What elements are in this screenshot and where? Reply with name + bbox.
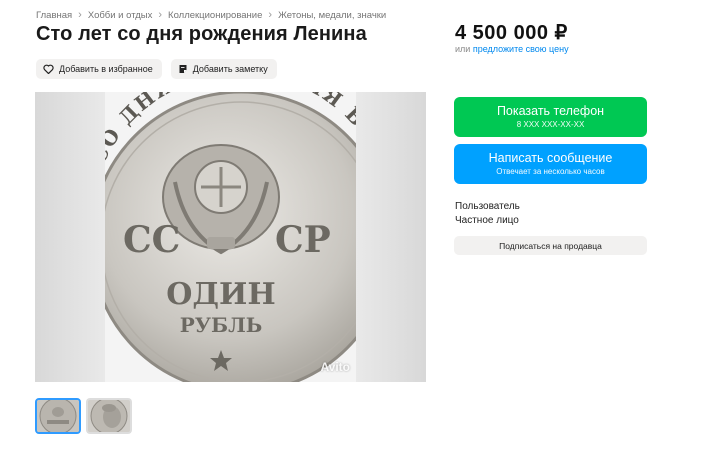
price: 4 500 000 ₽ bbox=[455, 22, 568, 44]
chevron-right-icon: › bbox=[158, 9, 163, 21]
coin-left-letters: СС bbox=[123, 219, 180, 261]
thumbnail-1[interactable] bbox=[35, 398, 81, 434]
coin-right-letters: СР bbox=[275, 219, 331, 261]
send-message-label: Написать сообщение bbox=[488, 151, 613, 165]
add-to-favorites-label: Добавить в избранное bbox=[59, 64, 153, 74]
add-to-favorites-button[interactable]: Добавить в избранное bbox=[36, 59, 162, 79]
photo-gallery[interactable]: СТО ЛЕТ СО ДНЯ РОЖДЕНИЯ В.И.ЛЕНИНА СС СР… bbox=[35, 92, 426, 382]
subscribe-seller-button[interactable]: Подписаться на продавца bbox=[454, 236, 647, 255]
listing-actions: Добавить в избранное Добавить заметку bbox=[36, 59, 277, 79]
coin-denomination-bottom: РУБЛЬ bbox=[180, 313, 263, 337]
note-icon bbox=[178, 64, 188, 74]
chevron-right-icon: › bbox=[78, 9, 82, 21]
chevron-right-icon: › bbox=[268, 9, 273, 21]
response-time: Отвечает за несколько часов bbox=[496, 167, 605, 176]
price-or-label: или bbox=[455, 44, 471, 54]
gallery-blur-right bbox=[356, 92, 426, 382]
offer-price-link[interactable]: предложите свою цену bbox=[473, 44, 569, 54]
breadcrumb-hobby[interactable]: Хобби и отдых bbox=[88, 10, 153, 21]
avito-watermark: Avito bbox=[320, 360, 350, 374]
add-note-label: Добавить заметку bbox=[192, 64, 268, 74]
breadcrumb-home[interactable]: Главная bbox=[36, 10, 72, 21]
heart-icon bbox=[43, 64, 54, 74]
breadcrumb-tokens[interactable]: Жетоны, медали, значки bbox=[278, 10, 386, 21]
seller-type: Частное лицо bbox=[455, 215, 519, 226]
breadcrumb-collecting[interactable]: Коллекционирование bbox=[168, 10, 262, 21]
send-message-button[interactable]: Написать сообщение Отвечает за несколько… bbox=[454, 144, 647, 184]
breadcrumb: Главная › Хобби и отдых › Коллекциониров… bbox=[36, 9, 386, 21]
coin-photo[interactable]: СТО ЛЕТ СО ДНЯ РОЖДЕНИЯ В.И.ЛЕНИНА СС СР… bbox=[105, 92, 356, 382]
thumbnail-2[interactable] bbox=[86, 398, 132, 434]
thumbnail-strip bbox=[35, 398, 132, 434]
show-phone-label: Показать телефон bbox=[496, 104, 605, 118]
price-offer: или предложите свою цену bbox=[455, 44, 569, 54]
show-phone-button[interactable]: Показать телефон 8 XXX XXX-XX-XX bbox=[454, 97, 647, 137]
seller-name[interactable]: Пользователь bbox=[455, 201, 520, 212]
page-title: Сто лет со дня рождения Ленина bbox=[36, 23, 367, 45]
coin-denomination-top: ОДИН bbox=[166, 277, 276, 312]
phone-mask: 8 XXX XXX-XX-XX bbox=[516, 120, 585, 129]
add-note-button[interactable]: Добавить заметку bbox=[170, 59, 277, 79]
gallery-blur-left bbox=[35, 92, 105, 382]
